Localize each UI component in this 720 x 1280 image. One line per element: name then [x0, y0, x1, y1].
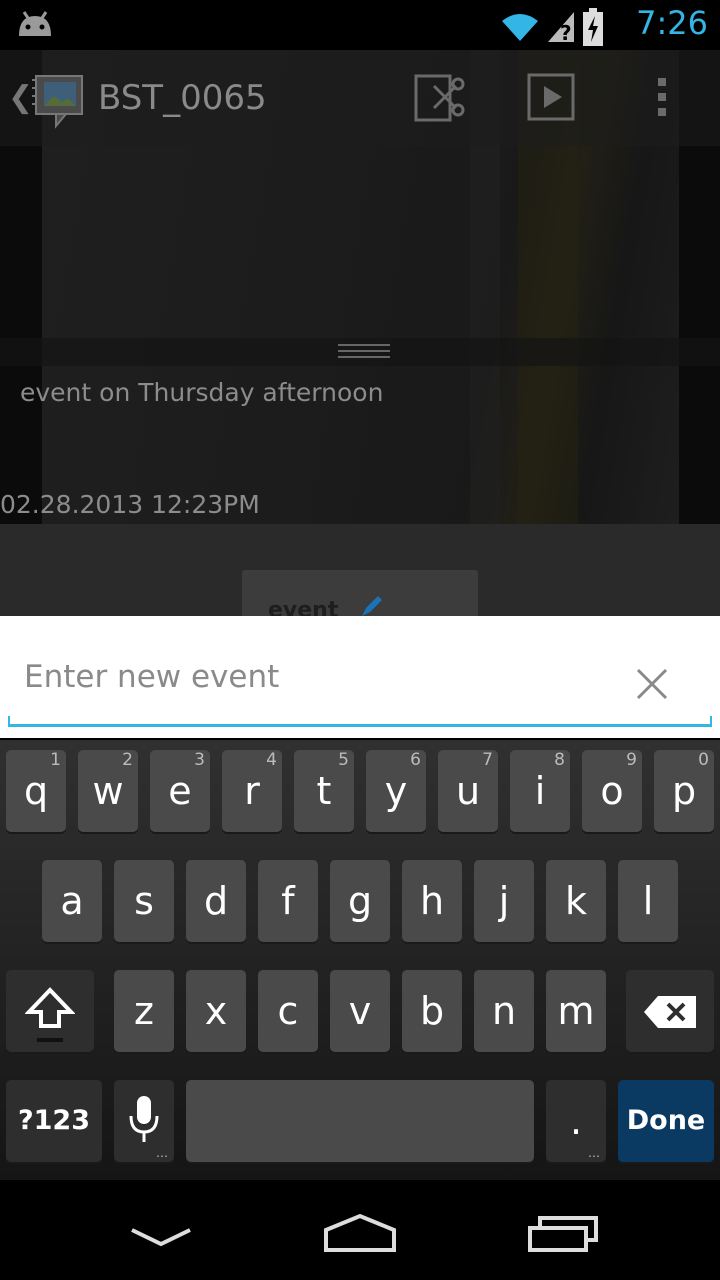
clear-input-button[interactable] [628, 660, 676, 708]
android-notification-icon [16, 10, 54, 42]
navigation-bar [0, 1180, 720, 1280]
key-n[interactable]: n [474, 970, 534, 1052]
overflow-menu-button[interactable] [648, 72, 678, 124]
key-k[interactable]: k [546, 860, 606, 942]
key-y[interactable]: 6y [366, 750, 426, 832]
backspace-key[interactable] [626, 970, 714, 1052]
key-m[interactable]: m [546, 970, 606, 1052]
key-d[interactable]: d [186, 860, 246, 942]
home-icon [324, 1213, 396, 1252]
shift-key[interactable] [6, 970, 94, 1052]
key-r[interactable]: 4r [222, 750, 282, 832]
backspace-icon [644, 996, 696, 1028]
svg-text:?: ? [560, 21, 572, 44]
trim-video-button[interactable] [412, 72, 468, 124]
microphone-icon [129, 1096, 159, 1142]
pencil-icon[interactable] [360, 594, 384, 616]
new-event-input[interactable] [8, 652, 644, 702]
action-bar: ❮ BST_0065 [0, 50, 720, 146]
key-x[interactable]: x [186, 970, 246, 1052]
page-title: BST_0065 [98, 78, 267, 118]
event-tag-label: event [268, 598, 339, 616]
input-underline [8, 716, 712, 727]
hide-keyboard-button[interactable] [128, 1226, 194, 1254]
key-c[interactable]: c [258, 970, 318, 1052]
new-event-input-bar [0, 616, 720, 738]
soft-keyboard: 1q 2w 3e 4r 5t 6y 7u 8i 9o 0p a s d f g … [0, 740, 720, 1180]
key-z[interactable]: z [114, 970, 174, 1052]
key-h[interactable]: h [402, 860, 462, 942]
key-f[interactable]: f [258, 860, 318, 942]
space-key[interactable] [186, 1080, 534, 1162]
home-button[interactable] [322, 1208, 398, 1260]
period-key[interactable]: .… [546, 1080, 606, 1162]
shift-arrow-icon [24, 987, 76, 1042]
clock: 7:26 [636, 4, 708, 42]
key-v[interactable]: v [330, 970, 390, 1052]
key-j[interactable]: j [474, 860, 534, 942]
key-o[interactable]: 9o [582, 750, 642, 832]
symbols-key[interactable]: ?123 [6, 1080, 102, 1162]
key-u[interactable]: 7u [438, 750, 498, 832]
play-icon [527, 73, 575, 121]
key-a[interactable]: a [42, 860, 102, 942]
key-l[interactable]: l [618, 860, 678, 942]
chevron-down-icon [131, 1228, 191, 1247]
wifi-icon [500, 11, 540, 47]
key-e[interactable]: 3e [150, 750, 210, 832]
key-w[interactable]: 2w [78, 750, 138, 832]
no-signal-icon: ? [546, 10, 576, 48]
key-g[interactable]: g [330, 860, 390, 942]
voice-input-key[interactable]: … [114, 1080, 174, 1162]
close-icon [636, 668, 668, 700]
panel-drag-handle[interactable] [0, 338, 720, 366]
photo-description: event on Thursday afternoon [20, 378, 384, 407]
play-button[interactable] [526, 72, 582, 124]
more-vertical-icon [658, 78, 666, 116]
key-b[interactable]: b [402, 970, 462, 1052]
done-key[interactable]: Done [618, 1080, 714, 1162]
app-logo-icon[interactable] [30, 72, 88, 134]
key-t[interactable]: 5t [294, 750, 354, 832]
key-q[interactable]: 1q [6, 750, 66, 832]
event-tag-card[interactable]: event [242, 570, 478, 616]
recent-apps-icon [528, 1216, 598, 1252]
battery-charging-icon [582, 8, 604, 50]
key-p[interactable]: 0p [654, 750, 714, 832]
key-s[interactable]: s [114, 860, 174, 942]
photo-datetime: 02.28.2013 12:23PM [0, 490, 260, 519]
status-bar: ? 7:26 [0, 0, 720, 50]
scissors-icon [414, 74, 465, 122]
drag-handle-icon [338, 344, 390, 358]
key-i[interactable]: 8i [510, 750, 570, 832]
recent-apps-button[interactable] [526, 1214, 600, 1258]
